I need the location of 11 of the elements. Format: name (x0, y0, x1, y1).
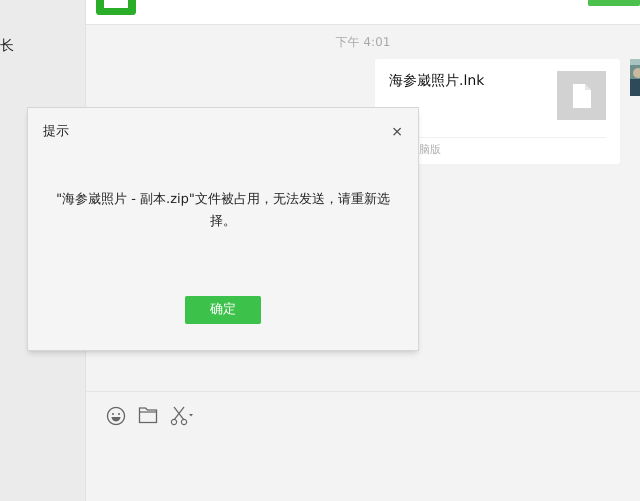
scissors-icon[interactable] (170, 406, 194, 426)
dialog-message: "海参崴照片 - 副本.zip"文件被占用，无法发送，请重新选择。 (56, 190, 390, 230)
timestamp: 下午 4:01 (336, 34, 390, 51)
emoji-icon[interactable] (106, 406, 126, 426)
dialog-title: 提示 (43, 123, 69, 141)
contact-name[interactable]: 长 (0, 36, 85, 57)
close-button[interactable]: × (391, 124, 403, 139)
folder-icon[interactable] (138, 406, 158, 424)
file-icon (557, 71, 606, 120)
file-source: 脑版 (419, 142, 441, 158)
file-name: 海参崴照片.lnk (389, 72, 484, 91)
